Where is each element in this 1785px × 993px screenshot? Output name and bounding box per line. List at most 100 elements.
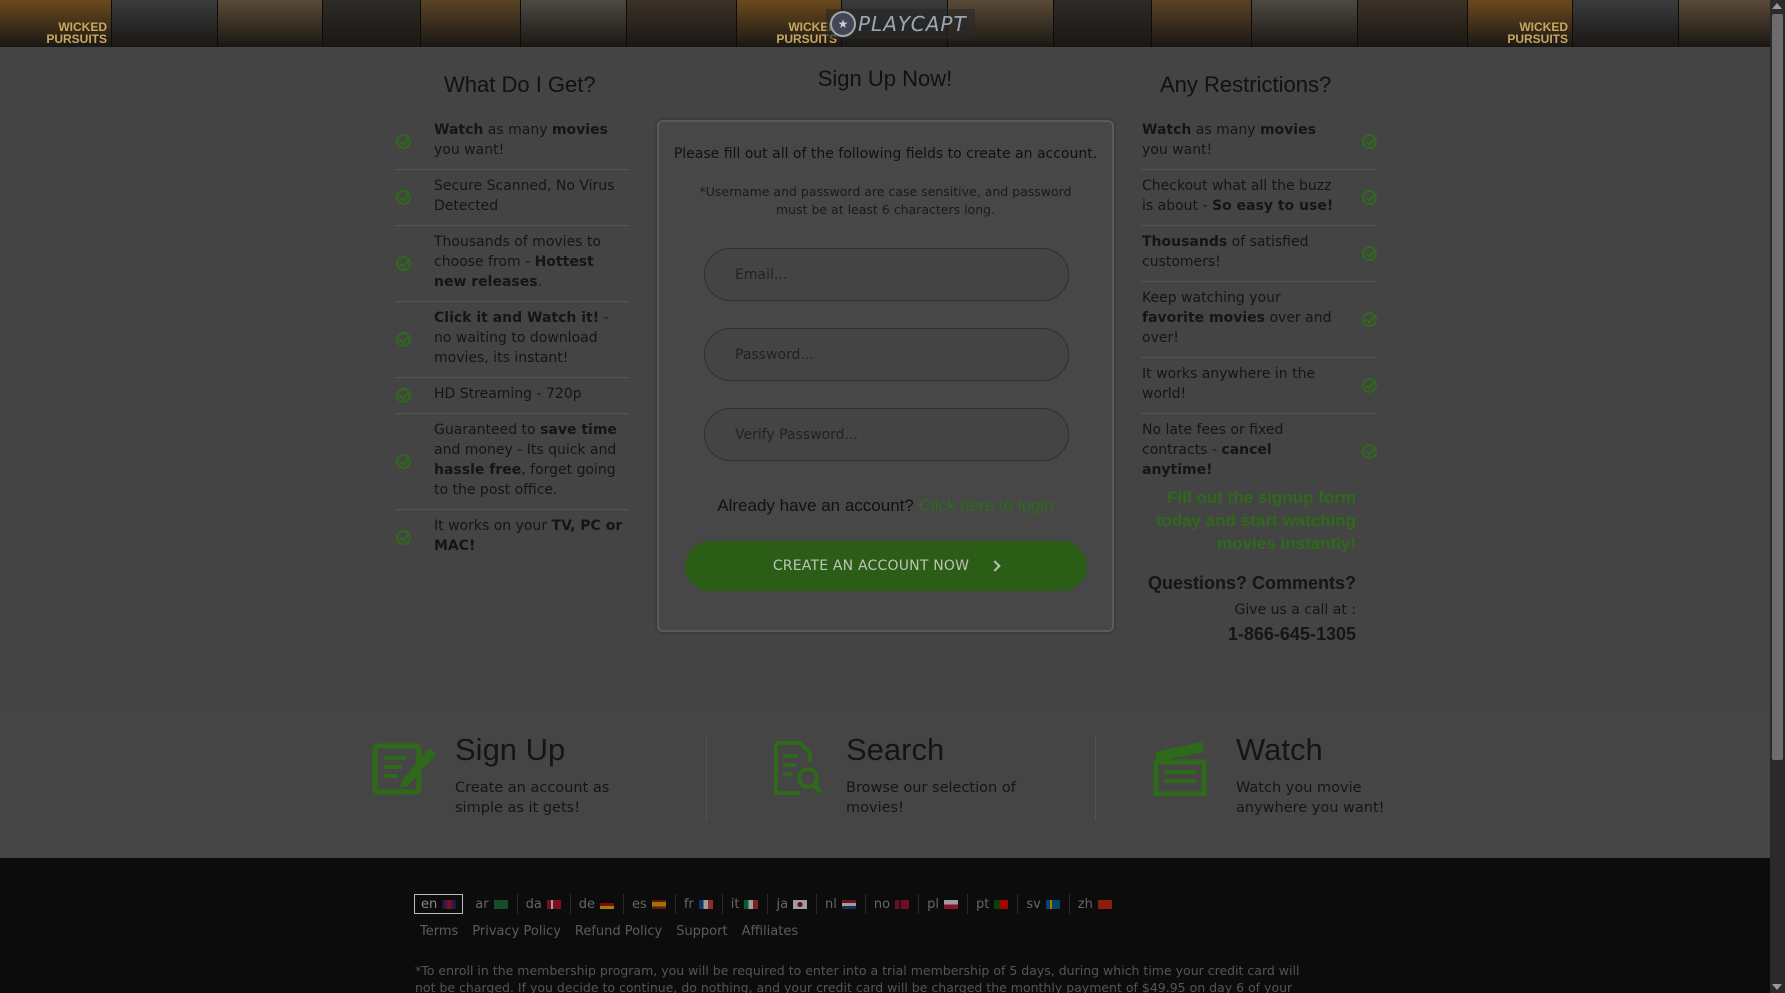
password-field[interactable] [704,328,1069,381]
check-icon [1362,311,1377,327]
restrictions-list: Watch as many movies you want! Checkout w… [1141,114,1377,489]
any-restrictions-heading: Any Restrictions? [1160,72,1332,97]
feature-text: Secure Scanned, No Virus Detected [434,178,615,214]
poster [1679,0,1770,47]
poster [627,0,737,47]
scroll-down-icon[interactable] [1772,984,1782,990]
footer-link[interactable]: Privacy Policy [472,924,561,939]
check-icon [1362,133,1377,149]
scroll-thumb[interactable] [1772,14,1783,760]
flag-dk-icon [546,899,561,909]
language-option-de[interactable]: de [571,894,625,914]
language-option-sv[interactable]: sv [1018,894,1070,914]
logo-icon: ★ [830,11,856,37]
flag-nl-icon [841,899,856,909]
language-code: it [730,896,740,912]
language-code: ja [776,896,789,912]
language-code: nl [825,896,837,912]
flag-jp-icon [793,899,808,909]
feature-item: Checkout what all the buzz is about - So… [1141,170,1377,226]
flag-no-icon [895,899,910,909]
form-note: *Username and password are case sensitiv… [699,184,1072,217]
language-option-fr[interactable]: fr [676,894,723,914]
footer-link[interactable]: Terms [420,924,458,939]
feature-text: It works on your [434,518,552,534]
language-option-ar[interactable]: ar [467,894,518,914]
feature-text: Keep watching your [1142,290,1281,306]
language-option-no[interactable]: no [866,894,920,914]
what-do-i-get-heading: What Do I Get? [444,72,596,97]
language-option-es[interactable]: es [624,894,676,914]
language-option-da[interactable]: da [518,894,571,914]
language-code: de [578,896,596,912]
footer-link[interactable]: Refund Policy [575,924,662,939]
language-option-zh[interactable]: zh [1070,894,1121,914]
language-code: sv [1026,896,1041,912]
verify-password-field[interactable] [704,408,1069,461]
feature-text: So easy to use! [1211,198,1334,214]
language-option-pl[interactable]: pl [919,894,968,914]
check-icon [396,529,411,545]
form-intro: Please fill out all of the following fie… [673,146,1098,162]
feature-text: hassle free [434,462,522,478]
check-icon [1362,377,1377,393]
feature-text: Click it and Watch it! [434,310,600,326]
poster [1054,0,1152,47]
signup-icon [372,743,436,795]
flag-pl-icon [943,899,958,909]
feature-text: favorite movies [1142,310,1266,326]
language-option-it[interactable]: it [723,894,769,914]
flag-sa-icon [493,899,508,909]
check-icon [396,387,411,403]
poster [1152,0,1252,47]
search-doc-icon [774,741,823,795]
language-selector: en ar da de es fr it ja nl no pl pt sv zh [414,894,1121,914]
poster: WICKED PURSUITS [0,0,112,47]
feature-text: It works anywhere in the world! [1142,366,1316,402]
questions-heading: Questions? Comments? [1147,573,1356,593]
poster-title: WICKED PURSUITS [46,20,107,46]
language-option-pt[interactable]: pt [968,894,1019,914]
create-account-label: CREATE AN ACCOUNT NOW [772,558,970,574]
feature-text: movies [551,122,608,138]
check-icon [1362,189,1377,205]
language-option-en[interactable]: en [414,894,464,914]
feature-item: It works on your TV, PC or MAC! [396,510,628,565]
create-account-button[interactable]: CREATE AN ACCOUNT NOW [685,541,1087,591]
phone-number[interactable]: 1-866-645-1305 [1141,624,1356,645]
feature-text: you want! [434,142,505,158]
poster [421,0,521,47]
scroll-up-icon[interactable] [1772,3,1782,9]
feature-item: HD Streaming - 720p [396,378,628,414]
footer-link[interactable]: Support [676,924,727,939]
login-link[interactable]: Click here to login [919,496,1054,515]
feature-item: Thousands of movies to choose from - Hot… [396,226,628,302]
step-signup-title: Sign Up [455,732,566,767]
poster [323,0,421,47]
signup-title: Sign Up Now! [817,66,953,91]
language-code: ar [475,896,489,912]
feature-text: save time [540,422,617,438]
feature-item: Keep watching your favorite movies over … [1141,282,1377,358]
poster [218,0,323,47]
feature-text: Guaranteed to [434,422,541,438]
feature-item: Watch as many movies you want! [396,114,628,170]
footer-link[interactable]: Affiliates [742,924,799,939]
check-icon [1362,245,1377,261]
cta-text: Fill out the signup form today and start… [1155,488,1356,553]
email-field[interactable] [704,248,1069,301]
signup-form: Please fill out all of the following fie… [657,120,1114,632]
flag-fr-icon [698,899,713,909]
poster [1573,0,1679,47]
language-option-ja[interactable]: ja [768,894,818,914]
feature-item: Secure Scanned, No Virus Detected [396,170,628,226]
scrollbar[interactable] [1770,0,1785,993]
check-icon [396,189,411,205]
disclaimer: *To enroll in the membership program, yo… [415,963,1300,993]
language-code: en [421,896,438,912]
logo[interactable]: ★ PLAYCAPT [826,9,975,39]
language-option-nl[interactable]: nl [817,894,866,914]
login-line: Already have an account? Click here to l… [659,496,1112,516]
flag-uk-icon [442,899,457,909]
feature-item: Thousands of satisfied customers! [1141,226,1377,282]
